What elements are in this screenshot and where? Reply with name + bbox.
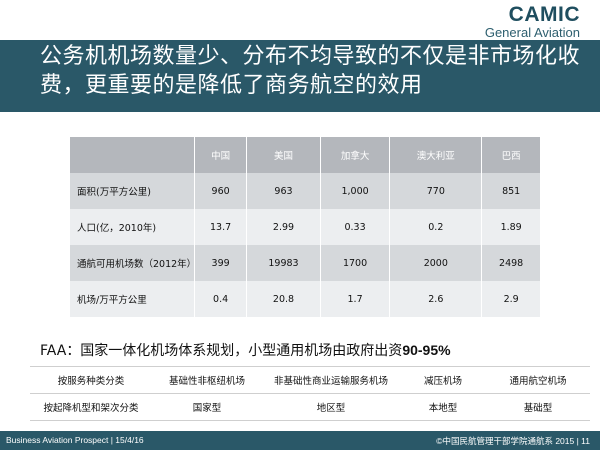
column-header: 澳大利亚 — [389, 137, 482, 173]
row-label: 面积(万平方公里) — [70, 173, 195, 209]
logo-main-text: CAMIC — [508, 3, 580, 26]
table-cell: 0.4 — [193, 281, 247, 317]
table-header-row: 中国 美国 加拿大 澳大利亚 巴西 — [70, 137, 540, 173]
faa-text: ：国家一体化机场体系规划，小型通用机场由政府出资 — [66, 343, 403, 359]
slide-title: 公务机机场数量少、分布不均导致的不仅是非市场化收费，更重要的是降低了商务航空的效… — [40, 44, 581, 98]
row-label: 按服务种类分类 — [30, 366, 152, 394]
table-cell: 0.33 — [319, 209, 390, 245]
column-header: 巴西 — [481, 137, 540, 173]
table-cell: 20.8 — [246, 281, 321, 317]
faa-statement: FAA：国家一体化机场体系规划，小型通用机场由政府出资90-95% — [40, 340, 451, 360]
footer-bar: Business Aviation Prospect | 15/4/16 ©中国… — [0, 431, 600, 450]
table-cell: 非基础性商业运输服务机场 — [262, 366, 400, 394]
camic-logo: CAMIC General Aviation — [485, 4, 580, 39]
table-cell: 0.2 — [389, 209, 482, 245]
table-row: 按服务种类分类 基础性非枢纽机场 非基础性商业运输服务机场 减压机场 通用航空机… — [30, 366, 590, 394]
row-label: 人口(亿，2010年) — [70, 209, 195, 245]
table-row: 通航可用机场数（2012年） 399 19983 1700 2000 2498 — [70, 245, 540, 281]
table-cell: 通用航空机场 — [486, 366, 590, 394]
table-cell: 基础性非枢纽机场 — [152, 366, 262, 394]
table-cell: 地区型 — [262, 393, 400, 421]
table-cell: 减压机场 — [400, 366, 486, 394]
table-cell: 1700 — [319, 245, 390, 281]
table-cell: 2.6 — [389, 281, 482, 317]
table-cell: 基础型 — [486, 393, 590, 421]
table-cell: 13.7 — [193, 209, 247, 245]
table-row: 面积(万平方公里) 960 963 1,000 770 851 — [70, 173, 540, 209]
table-cell: 1.7 — [319, 281, 390, 317]
table-row: 机场/万平方公里 0.4 20.8 1.7 2.6 2.9 — [70, 281, 540, 317]
column-header: 中国 — [193, 137, 247, 173]
footer-left-text: Business Aviation Prospect | 15/4/16 — [6, 435, 144, 445]
table-cell: 1,000 — [319, 173, 390, 209]
airport-classification-table: 按服务种类分类 基础性非枢纽机场 非基础性商业运输服务机场 减压机场 通用航空机… — [30, 366, 590, 421]
row-label: 通航可用机场数（2012年） — [70, 245, 196, 281]
column-header: 美国 — [246, 137, 321, 173]
table-cell: 851 — [481, 173, 540, 209]
table-cell: 2498 — [481, 245, 540, 281]
column-header: 加拿大 — [319, 137, 390, 173]
table-cell: 国家型 — [152, 393, 262, 421]
faa-percent: 90-95% — [402, 342, 451, 358]
table-cell: 399 — [193, 245, 247, 281]
faa-prefix: FAA — [40, 343, 67, 359]
table-cell: 2000 — [389, 245, 482, 281]
table-cell: 2.9 — [481, 281, 540, 317]
table-cell: 960 — [193, 173, 247, 209]
table-cell: 963 — [246, 173, 321, 209]
table-cell: 2.99 — [246, 209, 321, 245]
table-cell: 1.89 — [481, 209, 540, 245]
table-row: 按起降机型和架次分类 国家型 地区型 本地型 基础型 — [30, 393, 590, 421]
table-cell: 本地型 — [400, 393, 486, 421]
logo-sub-text: General Aviation — [484, 25, 580, 40]
table-corner-cell — [70, 137, 195, 173]
table-cell: 19983 — [246, 245, 321, 281]
row-label: 按起降机型和架次分类 — [30, 393, 152, 421]
footer-right-text: ©中国民航管理干部学院通航系 2015 | 11 — [436, 436, 590, 446]
table-cell: 770 — [389, 173, 482, 209]
table-row: 人口(亿，2010年) 13.7 2.99 0.33 0.2 1.89 — [70, 209, 540, 245]
airport-comparison-table: 中国 美国 加拿大 澳大利亚 巴西 面积(万平方公里) 960 963 1,00… — [70, 137, 540, 317]
row-label: 机场/万平方公里 — [70, 281, 195, 317]
